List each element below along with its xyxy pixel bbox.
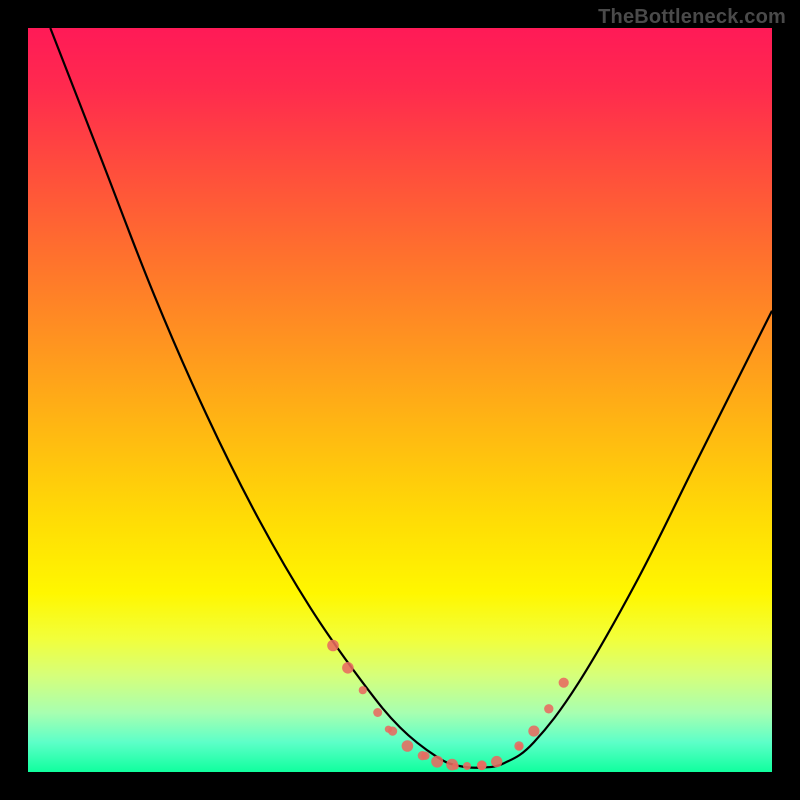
frame: TheBottleneck.com bbox=[0, 0, 800, 800]
marker-dot bbox=[544, 704, 553, 713]
marker-dot bbox=[385, 726, 392, 733]
marker-dot bbox=[452, 763, 459, 770]
marker-dot bbox=[431, 756, 443, 768]
marker-dot bbox=[477, 761, 486, 770]
markers-group bbox=[327, 640, 569, 771]
marker-dot bbox=[528, 726, 539, 737]
marker-dot bbox=[373, 708, 382, 717]
marker-dot bbox=[421, 752, 429, 760]
marker-dot bbox=[516, 744, 523, 751]
chart-svg bbox=[28, 28, 772, 772]
marker-dot bbox=[559, 678, 569, 688]
marker-dot bbox=[402, 740, 414, 752]
plot-area bbox=[28, 28, 772, 772]
marker-dot bbox=[342, 662, 354, 674]
marker-dot bbox=[359, 686, 367, 694]
curve-group bbox=[50, 28, 772, 768]
marker-dot bbox=[327, 640, 339, 652]
watermark-text: TheBottleneck.com bbox=[598, 6, 786, 29]
marker-dot bbox=[463, 762, 471, 770]
bottleneck-curve bbox=[50, 28, 772, 768]
marker-dot bbox=[491, 756, 502, 767]
